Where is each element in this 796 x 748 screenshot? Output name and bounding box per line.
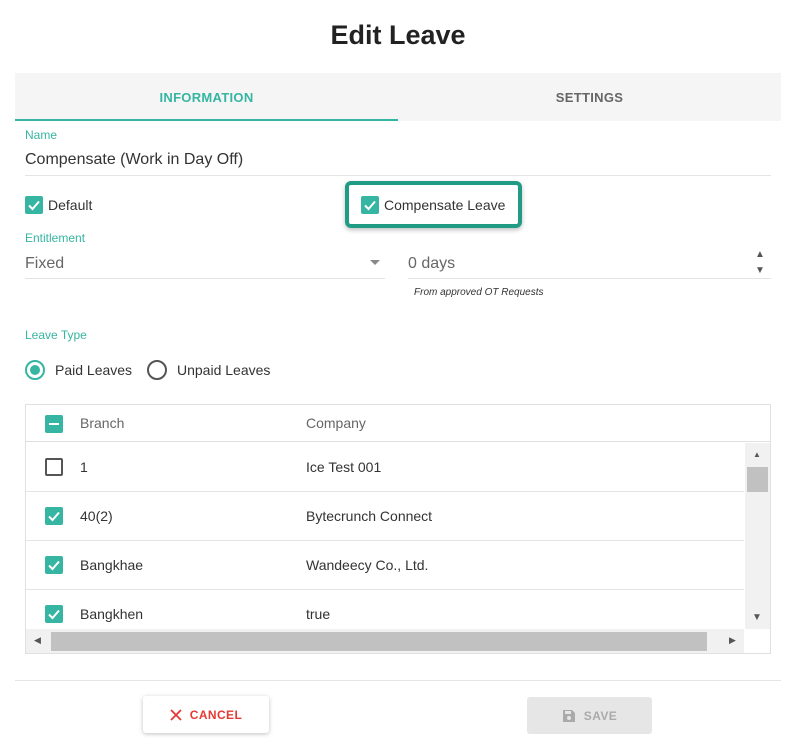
scroll-left-icon[interactable]: ◀ [34, 636, 41, 645]
row-checkbox[interactable] [45, 556, 63, 574]
name-input[interactable]: Compensate (Work in Day Off) [25, 151, 243, 169]
scroll-down-icon[interactable]: ▼ [752, 613, 762, 623]
scroll-right-icon[interactable]: ▶ [729, 636, 736, 645]
cancel-button[interactable]: CANCEL [143, 696, 269, 733]
save-button-label: SAVE [583, 708, 618, 723]
vertical-scroll-thumb[interactable] [747, 467, 768, 492]
unpaid-leaves-radio[interactable] [147, 360, 167, 380]
footer-divider [15, 680, 781, 681]
spinner-up-icon[interactable]: ▲ [755, 250, 765, 260]
vertical-scrollbar[interactable]: ▲ ▼ [745, 443, 770, 629]
entitlement-note: From approved OT Requests [414, 287, 544, 298]
tab-bar: INFORMATION SETTINGS [15, 73, 781, 121]
entitlement-label: Entitlement [25, 231, 86, 245]
branch-cell: 1 [80, 459, 88, 475]
check-icon [48, 560, 60, 571]
branch-cell: Bangkhen [80, 606, 144, 622]
default-label: Default [48, 197, 93, 213]
unpaid-leaves-label: Unpaid Leaves [177, 362, 271, 378]
name-label: Name [25, 128, 58, 142]
entitlement-type-select[interactable]: Fixed [25, 255, 64, 273]
row-checkbox[interactable] [45, 605, 63, 623]
tab-settings[interactable]: SETTINGS [398, 73, 781, 121]
row-checkbox[interactable] [45, 507, 63, 525]
table-header: Branch Company [26, 405, 770, 442]
compensate-leave-label: Compensate Leave [384, 197, 506, 213]
save-icon [562, 709, 575, 722]
branch-table: Branch Company 1 Ice Test 001 40(2) Byte… [25, 404, 771, 654]
spinner-down-icon[interactable]: ▼ [755, 266, 765, 276]
scroll-up-icon[interactable]: ▲ [753, 451, 761, 459]
column-header-branch[interactable]: Branch [80, 415, 124, 431]
horizontal-scroll-thumb[interactable] [51, 632, 707, 651]
check-icon [48, 511, 60, 522]
dropdown-arrow-icon[interactable] [370, 260, 380, 265]
save-button[interactable]: SAVE [527, 697, 652, 734]
table-row[interactable]: 40(2) Bytecrunch Connect [26, 492, 744, 541]
paid-leaves-radio[interactable] [25, 360, 45, 380]
check-icon [364, 200, 376, 211]
default-checkbox[interactable] [25, 196, 43, 214]
branch-cell: 40(2) [80, 508, 113, 524]
close-icon [170, 708, 182, 721]
check-icon [28, 200, 40, 211]
entitlement-type-underline [25, 278, 385, 279]
minus-icon [49, 423, 59, 425]
paid-leaves-label: Paid Leaves [55, 362, 133, 378]
table-row[interactable]: 1 Ice Test 001 [26, 443, 744, 492]
entitlement-days-input[interactable]: 0 days [408, 255, 455, 273]
dialog-title: Edit Leave [330, 20, 466, 50]
branch-cell: Bangkhae [80, 557, 144, 573]
tab-information[interactable]: INFORMATION [15, 73, 398, 121]
select-all-checkbox[interactable] [45, 415, 63, 433]
horizontal-scrollbar[interactable]: ◀ ▶ [26, 629, 744, 653]
column-header-company[interactable]: Company [306, 415, 366, 431]
entitlement-days-underline [408, 278, 771, 279]
company-cell: true [306, 606, 331, 622]
compensate-leave-checkbox[interactable] [361, 196, 379, 214]
company-cell: Bytecrunch Connect [306, 508, 433, 524]
name-underline [25, 175, 771, 176]
cancel-button-label: CANCEL [189, 707, 243, 722]
row-checkbox[interactable] [45, 458, 63, 476]
table-row[interactable]: Bangkhae Wandeecy Co., Ltd. [26, 541, 744, 590]
leave-type-label: Leave Type [25, 328, 87, 342]
company-cell: Ice Test 001 [306, 459, 382, 475]
check-icon [48, 609, 60, 620]
company-cell: Wandeecy Co., Ltd. [306, 557, 429, 573]
